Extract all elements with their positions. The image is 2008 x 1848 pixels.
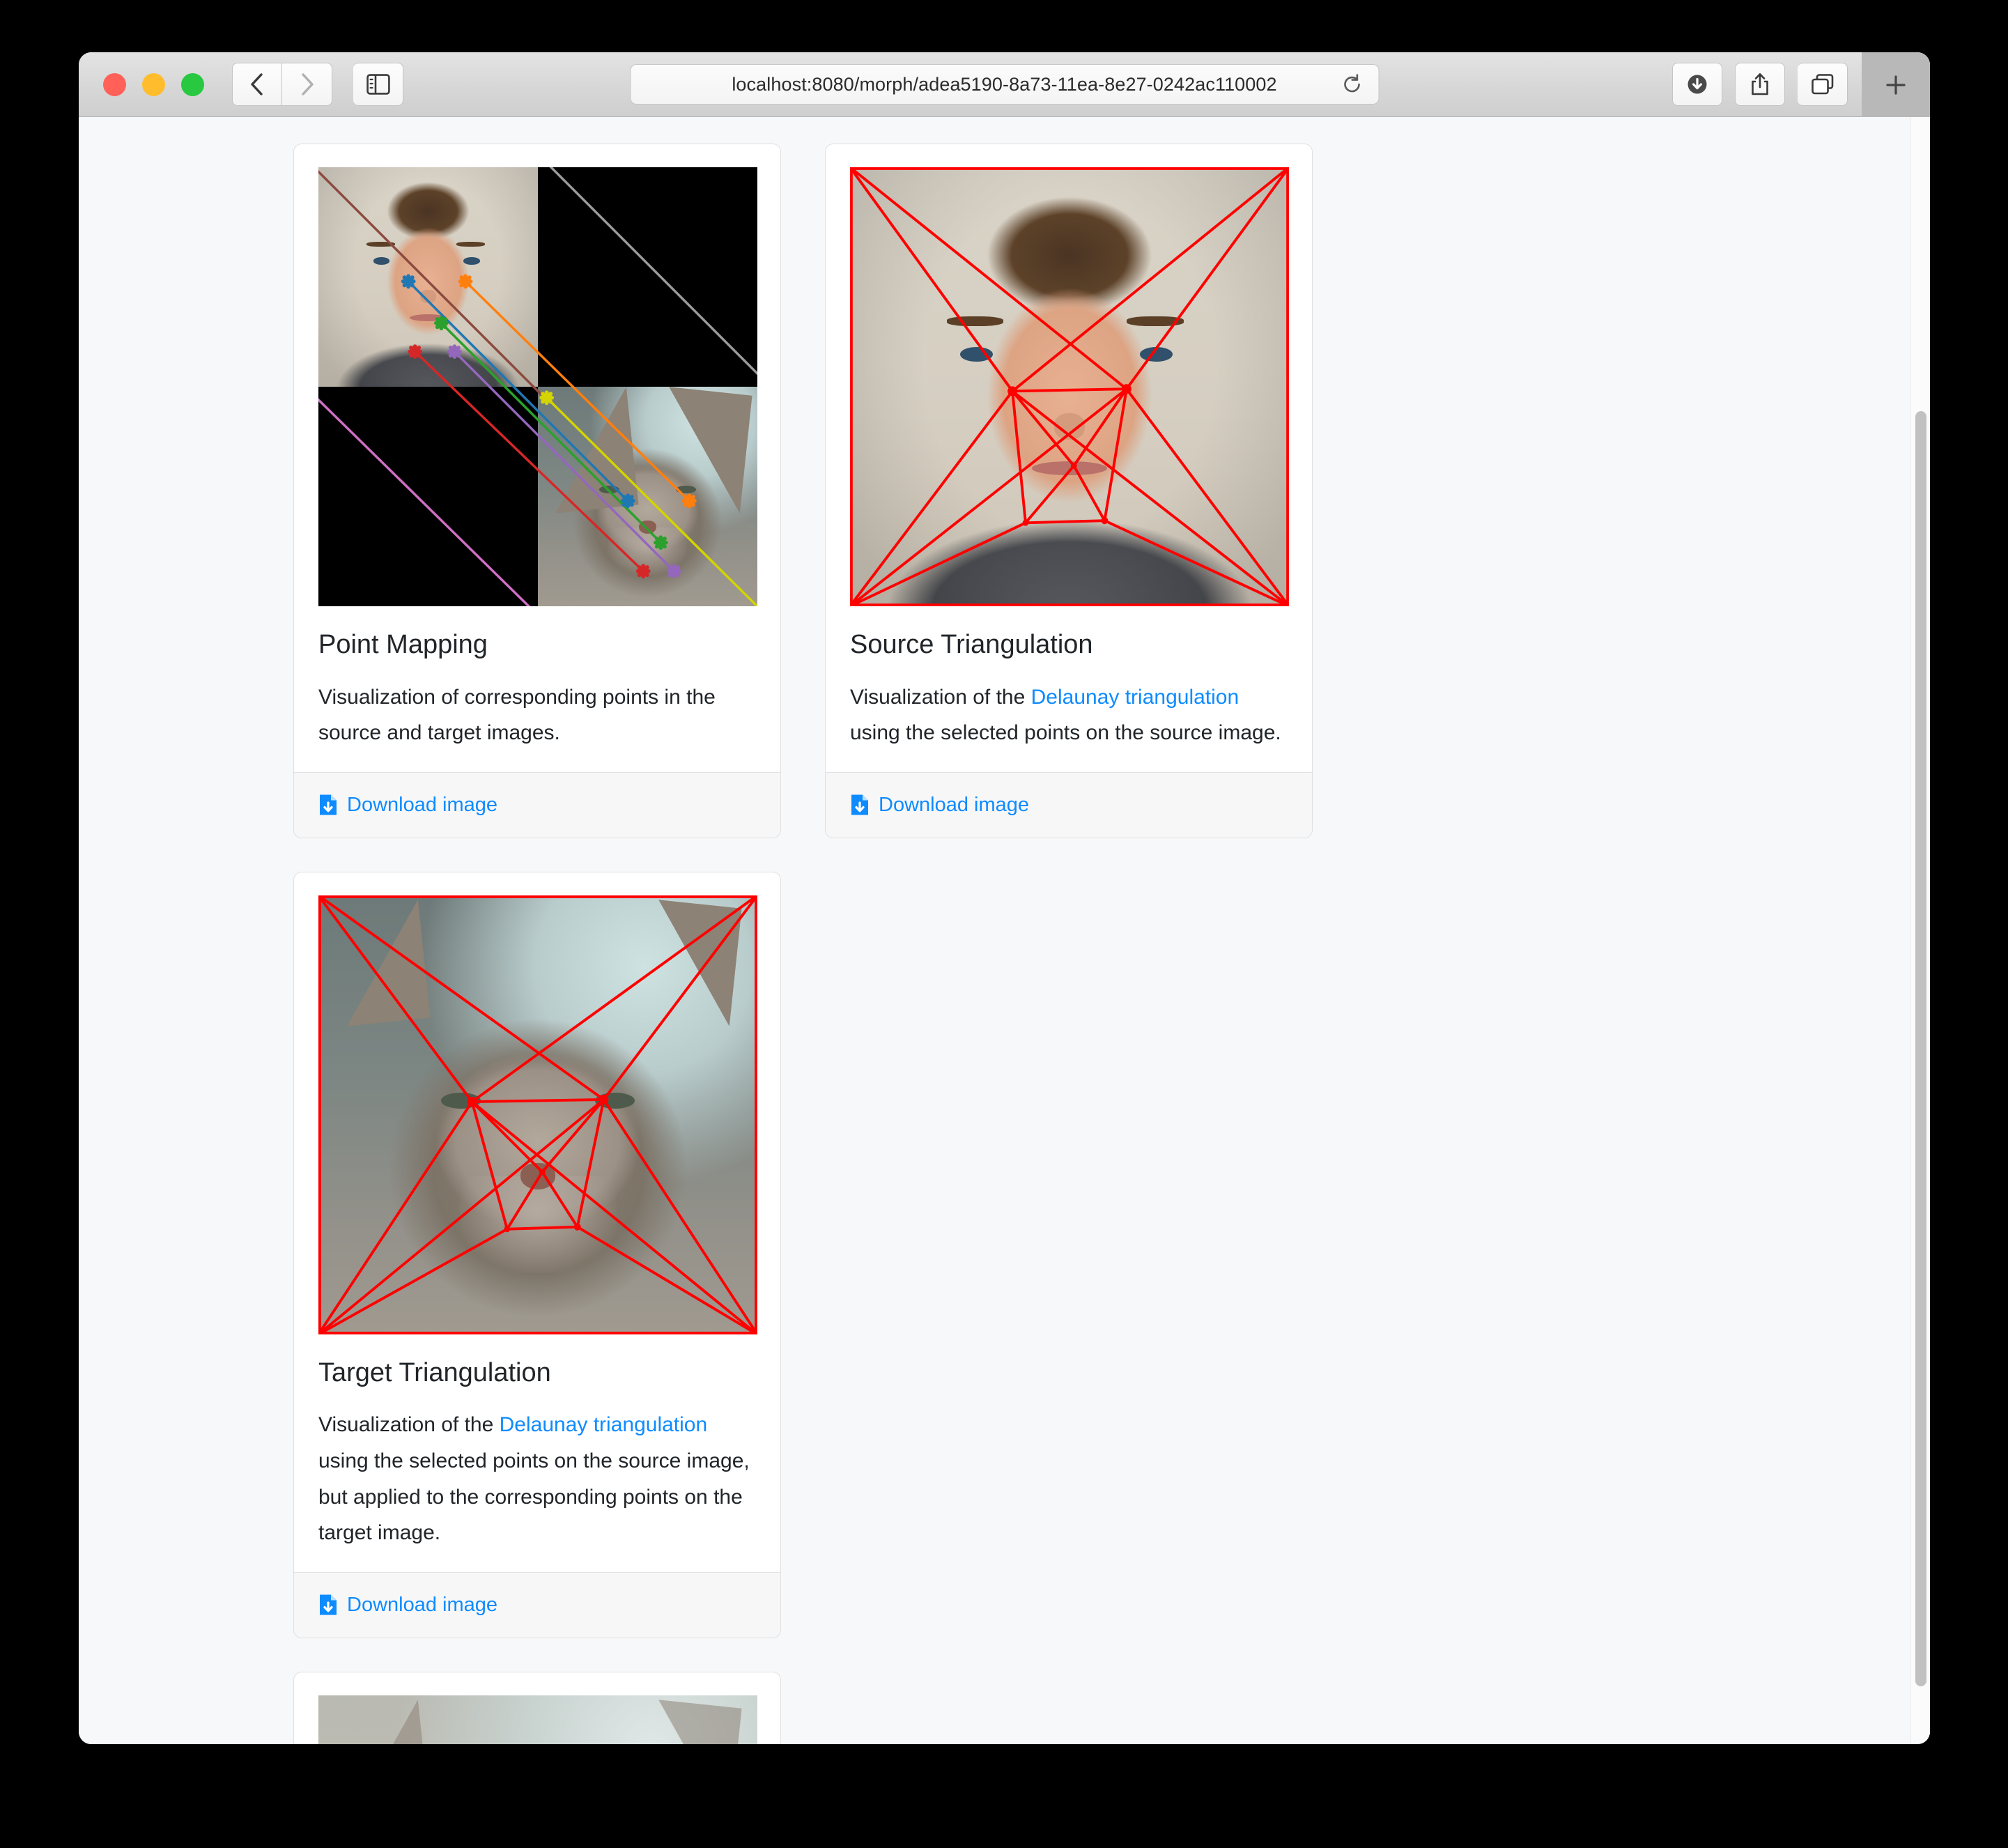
address-bar-wrapper: localhost:8080/morph/adea5190-8a73-11ea-… <box>630 64 1379 105</box>
download-circle-icon <box>1688 75 1707 94</box>
target-triangulation-image <box>318 895 757 1334</box>
card-description-text-before: Visualization of the <box>318 1413 500 1437</box>
window-controls <box>103 72 204 96</box>
page-scrollbar[interactable] <box>1910 117 1930 1744</box>
chevron-left-icon <box>251 73 263 95</box>
card-body: Point Mapping Visualization of correspon… <box>294 144 780 772</box>
card-point-mapping: Point Mapping Visualization of correspon… <box>293 144 781 838</box>
grid-spacer <box>825 872 1313 1672</box>
card-description: Visualization of the Delaunay triangulat… <box>850 679 1288 751</box>
card-source-triangulation: Source Triangulation Visualization of th… <box>825 144 1313 838</box>
point-correspondence-lines <box>318 167 757 606</box>
navigation-buttons <box>232 63 332 106</box>
delaunay-mesh-overlay <box>318 895 757 1334</box>
show-sidebar-button[interactable] <box>353 63 403 106</box>
card-title: Target Triangulation <box>318 1357 551 1387</box>
delaunay-triangulation-link[interactable]: Delaunay triangulation <box>1031 686 1239 709</box>
file-download-icon <box>320 1594 337 1615</box>
new-tab-button[interactable] <box>1862 52 1930 117</box>
card-description: Visualization of the Delaunay triangulat… <box>318 1407 756 1550</box>
sidebar-icon <box>366 74 390 95</box>
url-text: localhost:8080/morph/adea5190-8a73-11ea-… <box>732 73 1277 95</box>
morphing-gif-image <box>318 1695 757 1744</box>
card-morphing-gif: Morphing GIF If the animation appears br… <box>293 1671 781 1744</box>
card-title: Point Mapping <box>318 630 488 659</box>
card-target-triangulation: Target Triangulation Visualization of th… <box>293 871 781 1638</box>
tab-overview-button[interactable] <box>1798 63 1848 106</box>
card-description-text-after: using the selected points on the source … <box>850 721 1281 745</box>
download-image-link[interactable]: Download image <box>318 794 497 817</box>
card-footer: Download image <box>294 771 780 838</box>
minimize-window-button[interactable] <box>142 72 165 96</box>
file-download-icon <box>320 794 337 815</box>
share-icon <box>1752 73 1768 95</box>
page-viewport: Point Mapping Visualization of correspon… <box>79 117 1930 1744</box>
page-content: Point Mapping Visualization of correspon… <box>79 117 1910 1744</box>
toolbar-right-buttons <box>1672 63 1848 106</box>
reload-button[interactable] <box>1338 70 1366 98</box>
card-description: Visualization of corresponding points in… <box>318 679 756 751</box>
zoom-window-button[interactable] <box>181 72 204 96</box>
download-image-label: Download image <box>347 793 498 816</box>
tab-overview-icon <box>1811 74 1833 95</box>
results-grid: Point Mapping Visualization of correspon… <box>79 144 1910 1744</box>
morph-blend-photo <box>318 1695 757 1744</box>
download-image-label: Download image <box>879 793 1030 816</box>
scrollbar-thumb[interactable] <box>1915 411 1926 1686</box>
close-window-button[interactable] <box>103 72 126 96</box>
point-mapping-image <box>318 167 757 606</box>
download-image-label: Download image <box>347 1593 498 1616</box>
card-body: Target Triangulation Visualization of th… <box>294 872 780 1572</box>
card-description-text-after: using the selected points on the source … <box>318 1449 750 1545</box>
sidebar-button-group <box>353 63 403 106</box>
file-download-icon <box>851 794 868 815</box>
card-body: Morphing GIF If the animation appears br… <box>294 1672 780 1744</box>
back-button[interactable] <box>232 63 282 106</box>
card-title: Source Triangulation <box>850 630 1093 659</box>
source-triangulation-image <box>850 167 1289 606</box>
delaunay-mesh-overlay <box>850 167 1289 606</box>
download-image-link[interactable]: Download image <box>850 794 1029 817</box>
card-body: Source Triangulation Visualization of th… <box>826 144 1312 772</box>
plus-icon <box>1886 75 1906 95</box>
downloads-button[interactable] <box>1672 63 1722 106</box>
card-description-text-before: Visualization of the <box>850 685 1031 709</box>
card-description-text: Visualization of corresponding points in… <box>318 685 716 745</box>
delaunay-triangulation-link[interactable]: Delaunay triangulation <box>500 1413 708 1436</box>
card-footer: Download image <box>294 1571 780 1638</box>
chevron-right-icon <box>301 73 314 95</box>
address-bar[interactable]: localhost:8080/morph/adea5190-8a73-11ea-… <box>630 64 1379 105</box>
browser-toolbar: localhost:8080/morph/adea5190-8a73-11ea-… <box>79 52 1930 117</box>
forward-button[interactable] <box>282 63 332 106</box>
browser-window: localhost:8080/morph/adea5190-8a73-11ea-… <box>79 52 1930 1744</box>
reload-icon <box>1343 74 1360 93</box>
download-image-link[interactable]: Download image <box>318 1594 497 1617</box>
card-footer: Download image <box>826 771 1312 838</box>
share-button[interactable] <box>1735 63 1785 106</box>
